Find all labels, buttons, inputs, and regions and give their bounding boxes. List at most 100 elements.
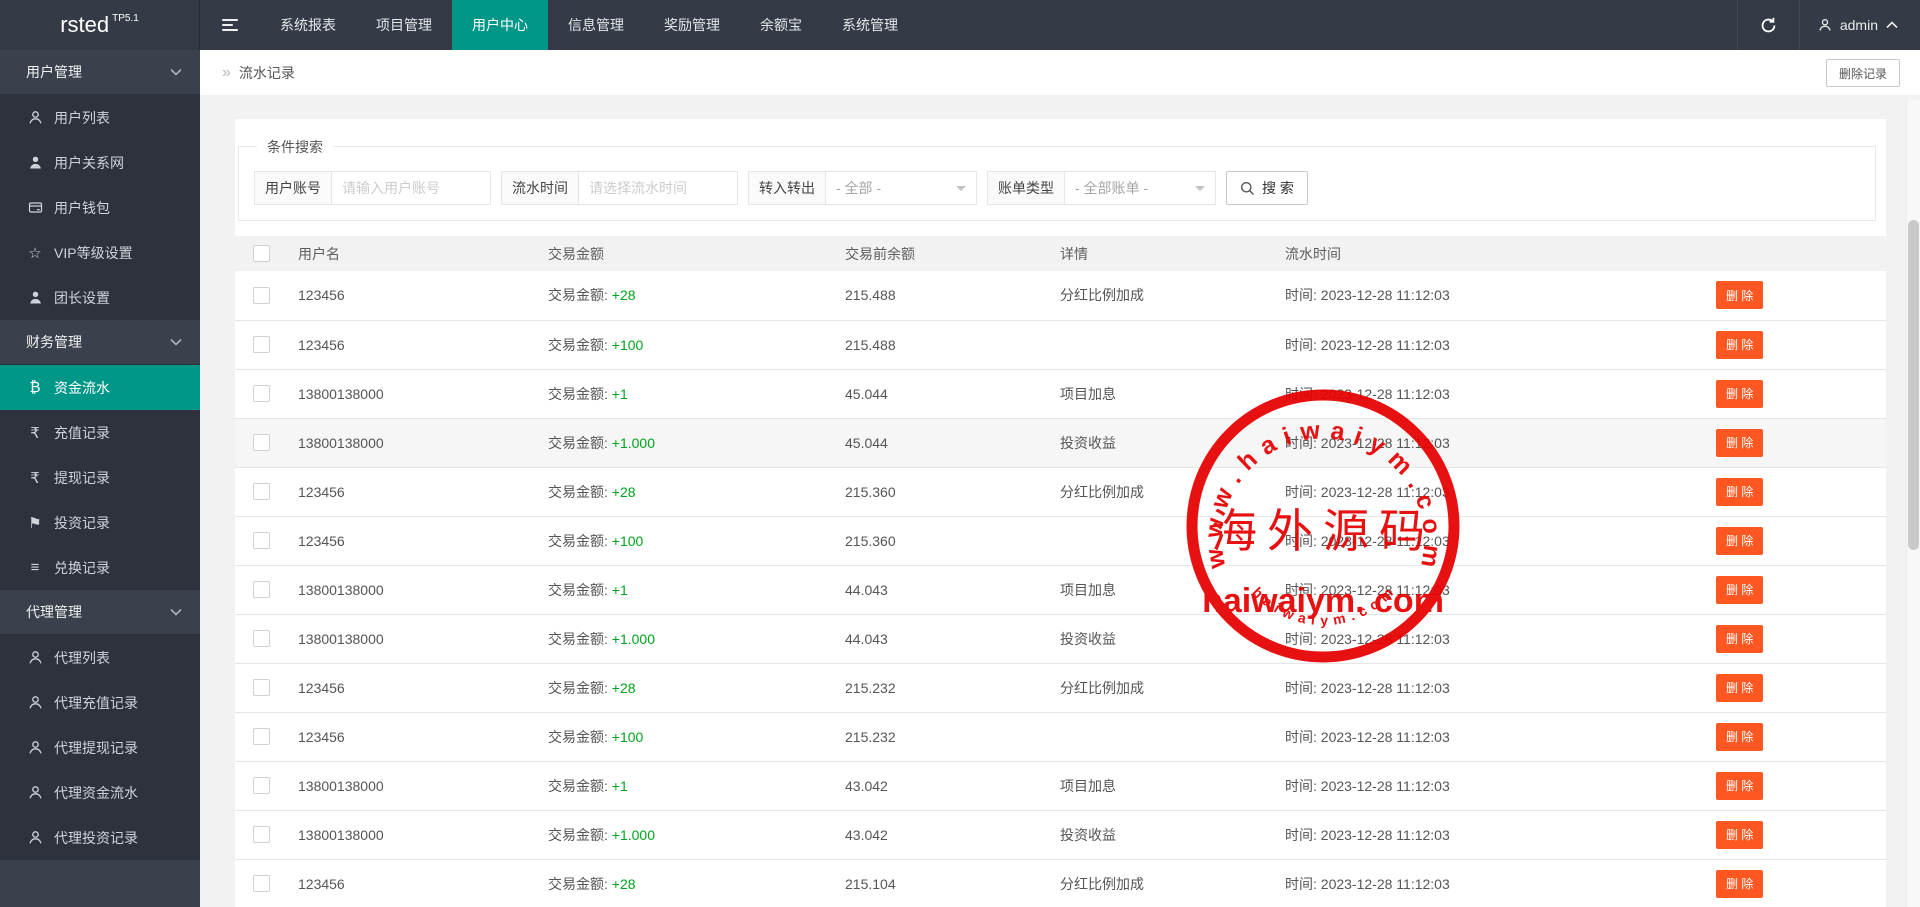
sidebar-item[interactable]: ₿资金流水 [0, 365, 200, 410]
row-delete-button[interactable]: 删 除 [1716, 576, 1763, 604]
cell-balance: 43.042 [832, 761, 1047, 810]
row-checkbox[interactable] [253, 581, 270, 598]
row-checkbox[interactable] [253, 483, 270, 500]
time-field-group: 流水时间 [501, 171, 738, 205]
sidebar-section-1[interactable]: 用户管理 [0, 50, 200, 95]
row-delete-button[interactable]: 删 除 [1716, 821, 1763, 849]
direction-label: 转入转出 [749, 172, 826, 204]
table-row: 123456交易金额: +28215.360分红比例加成时间: 2023-12-… [235, 467, 1886, 516]
sidebar-item[interactable]: 代理列表 [0, 635, 200, 680]
row-checkbox[interactable] [253, 532, 270, 549]
sidebar-section-title: 代理管理 [26, 602, 82, 622]
row-checkbox[interactable] [253, 287, 270, 304]
cell-amount: 交易金额: +1.000 [535, 810, 832, 859]
sidebar-item-label: 用户关系网 [54, 153, 124, 173]
sidebar-item[interactable]: 用户列表 [0, 95, 200, 140]
sidebar-item[interactable]: 代理资金流水 [0, 770, 200, 815]
cell-username: 13800138000 [285, 614, 535, 663]
row-delete-button[interactable]: 删 除 [1716, 723, 1763, 751]
cell-amount: 交易金额: +1.000 [535, 418, 832, 467]
user-icon [25, 650, 45, 665]
page-title: 流水记录 [239, 63, 295, 83]
column-header: 交易金额 [535, 236, 832, 271]
vertical-scrollbar[interactable] [1906, 100, 1920, 907]
nav-item-5[interactable]: 奖励管理 [644, 0, 740, 50]
sidebar-section-3[interactable]: 代理管理 [0, 590, 200, 635]
cell-username: 13800138000 [285, 369, 535, 418]
select-all-checkbox[interactable] [253, 245, 270, 262]
search-button[interactable]: 搜 索 [1226, 171, 1308, 205]
sidebar-item[interactable]: ₹提现记录 [0, 455, 200, 500]
bill-type-value: - 全部账单 - [1065, 172, 1185, 204]
nav-item-7[interactable]: 系统管理 [822, 0, 918, 50]
table-row: 13800138000交易金额: +1.00043.042投资收益时间: 202… [235, 810, 1886, 859]
refresh-icon[interactable] [1738, 0, 1799, 50]
bill-type-label: 账单类型 [988, 172, 1065, 204]
row-delete-button[interactable]: 删 除 [1716, 478, 1763, 506]
table-row: 123456交易金额: +28215.232分红比例加成时间: 2023-12-… [235, 663, 1886, 712]
row-delete-button[interactable]: 删 除 [1716, 429, 1763, 457]
sidebar-item-label: 代理列表 [54, 648, 110, 668]
cell-amount: 交易金额: +28 [535, 859, 832, 907]
table-row: 13800138000交易金额: +144.043项目加息时间: 2023-12… [235, 565, 1886, 614]
sidebar-item[interactable]: 代理投资记录 [0, 815, 200, 860]
row-checkbox[interactable] [253, 336, 270, 353]
row-checkbox[interactable] [253, 875, 270, 892]
cell-amount: 交易金额: +28 [535, 467, 832, 516]
time-input[interactable] [579, 172, 737, 204]
cell-time: 时间: 2023-12-28 11:12:03 [1272, 663, 1703, 712]
top-navbar: rstedTP5.1 系统报表项目管理用户中心信息管理奖励管理余额宝系统管理 a… [0, 0, 1920, 50]
row-checkbox[interactable] [253, 728, 270, 745]
sidebar-item[interactable]: 代理提现记录 [0, 725, 200, 770]
sidebar-toggle-icon[interactable] [200, 0, 260, 50]
row-checkbox[interactable] [253, 777, 270, 794]
nav-item-4[interactable]: 信息管理 [548, 0, 644, 50]
cell-detail: 项目加息 [1047, 761, 1272, 810]
bill-type-select[interactable]: 账单类型 - 全部账单 - [987, 171, 1216, 205]
row-delete-button[interactable]: 删 除 [1716, 870, 1763, 898]
row-delete-button[interactable]: 删 除 [1716, 625, 1763, 653]
cell-balance: 215.488 [832, 320, 1047, 369]
row-delete-button[interactable]: 删 除 [1716, 527, 1763, 555]
sidebar-item-label: 投资记录 [54, 513, 110, 533]
sidebar-item[interactable]: 团长设置 [0, 275, 200, 320]
row-checkbox[interactable] [253, 826, 270, 843]
nav-item-3[interactable]: 用户中心 [452, 0, 548, 50]
row-delete-button[interactable]: 删 除 [1716, 674, 1763, 702]
chevron-down-icon [170, 68, 182, 76]
user-icon [25, 110, 45, 125]
table-row: 13800138000交易金额: +143.042项目加息时间: 2023-12… [235, 761, 1886, 810]
delete-records-button[interactable]: 删除记录 [1826, 59, 1900, 87]
nav-item-1[interactable]: 系统报表 [260, 0, 356, 50]
user-menu[interactable]: admin [1800, 0, 1920, 50]
sidebar-item[interactable]: 用户钱包 [0, 185, 200, 230]
row-checkbox[interactable] [253, 434, 270, 451]
row-delete-button[interactable]: 删 除 [1716, 281, 1763, 309]
sidebar-item[interactable]: ₹充值记录 [0, 410, 200, 455]
sidebar-item[interactable]: ≡兑换记录 [0, 545, 200, 590]
row-checkbox[interactable] [253, 679, 270, 696]
row-delete-button[interactable]: 删 除 [1716, 331, 1763, 359]
cell-detail: 投资收益 [1047, 418, 1272, 467]
direction-select[interactable]: 转入转出 - 全部 - [748, 171, 977, 205]
sidebar-item[interactable]: ⚑投资记录 [0, 500, 200, 545]
account-input[interactable] [332, 172, 490, 204]
row-checkbox[interactable] [253, 385, 270, 402]
cell-balance: 215.232 [832, 663, 1047, 712]
sidebar-item[interactable]: 用户关系网 [0, 140, 200, 185]
column-header: 交易前余额 [832, 236, 1047, 271]
cell-detail: 项目加息 [1047, 369, 1272, 418]
nav-item-6[interactable]: 余额宝 [740, 0, 822, 50]
nav-item-2[interactable]: 项目管理 [356, 0, 452, 50]
row-delete-button[interactable]: 删 除 [1716, 380, 1763, 408]
row-checkbox[interactable] [253, 630, 270, 647]
main-nav: 系统报表项目管理用户中心信息管理奖励管理余额宝系统管理 [260, 0, 918, 50]
sidebar-item[interactable]: ☆VIP等级设置 [0, 230, 200, 275]
cell-detail: 分红比例加成 [1047, 271, 1272, 320]
scrollbar-thumb[interactable] [1908, 220, 1919, 550]
sidebar-item[interactable]: 代理充值记录 [0, 680, 200, 725]
sidebar-section-2[interactable]: 财务管理 [0, 320, 200, 365]
app-logo: rstedTP5.1 [0, 0, 200, 50]
row-delete-button[interactable]: 删 除 [1716, 772, 1763, 800]
cell-time: 时间: 2023-12-28 11:12:03 [1272, 516, 1703, 565]
